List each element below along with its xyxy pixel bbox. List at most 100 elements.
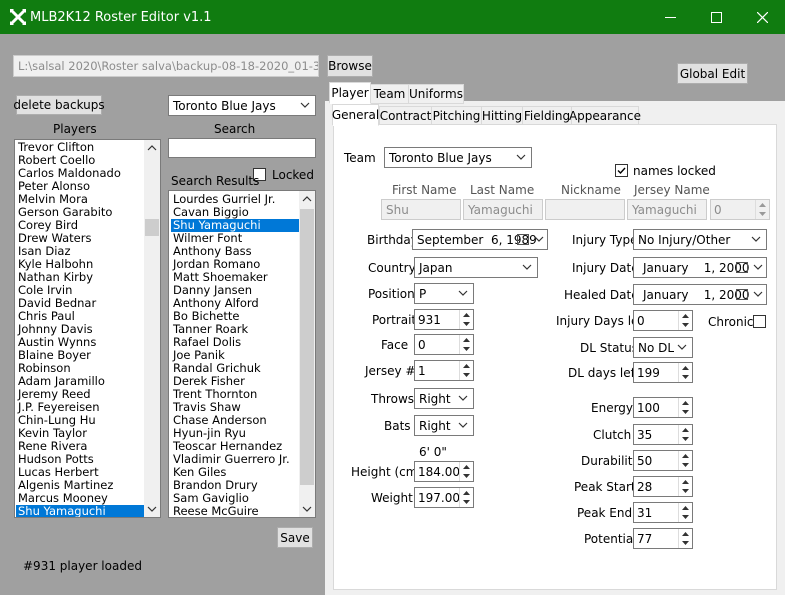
spin-up-icon[interactable]: [679, 477, 692, 487]
bats-select[interactable]: Right: [414, 415, 474, 436]
tab-uniforms[interactable]: Uniforms: [408, 84, 464, 104]
team-filter-select[interactable]: Toronto Blue Jays: [168, 95, 316, 116]
spin-up-icon[interactable]: [679, 451, 692, 461]
search-results-scrollbar[interactable]: [299, 191, 315, 517]
peak-start-field[interactable]: 28: [633, 476, 693, 497]
spin-down-icon[interactable]: [756, 210, 769, 220]
backup-path-field[interactable]: L:\salsal 2020\Roster salva\backup-08-18…: [13, 55, 319, 77]
spin-down-icon[interactable]: [460, 472, 473, 482]
maximize-button[interactable]: [693, 0, 739, 34]
player-list-item[interactable]: Shu Yamaguchi: [16, 505, 144, 517]
country-value: Japan: [419, 261, 453, 275]
search-scroll-thumb[interactable]: [300, 209, 314, 485]
throws-select[interactable]: Right: [414, 388, 474, 409]
height-field[interactable]: 184.00: [414, 461, 474, 482]
spin-up-icon[interactable]: [460, 488, 473, 498]
tab-hitting[interactable]: Hitting: [481, 106, 523, 126]
face-value: 0: [418, 338, 426, 352]
jersey-number-field[interactable]: 1: [414, 360, 474, 381]
injury-type-select[interactable]: No Injury/Other: [633, 229, 767, 250]
spin-down-icon[interactable]: [460, 498, 473, 508]
position-label: Position: [368, 287, 415, 301]
browse-button[interactable]: Browse: [327, 55, 373, 77]
birthday-picker[interactable]: September 6, 1989: [412, 229, 548, 250]
face-field[interactable]: 0: [414, 334, 474, 355]
peak-end-field[interactable]: 31: [633, 502, 693, 523]
search-result-item[interactable]: Reese McGuire: [171, 505, 299, 518]
spin-down-icon[interactable]: [460, 371, 473, 381]
spin-down-icon[interactable]: [679, 513, 692, 523]
clutch-field[interactable]: 35: [633, 424, 693, 445]
first-name-field[interactable]: Shu: [381, 199, 461, 220]
tab-fielding[interactable]: Fielding: [522, 106, 572, 126]
spin-up-icon[interactable]: [460, 462, 473, 472]
player-team-select[interactable]: Toronto Blue Jays: [384, 147, 532, 168]
spin-down-icon[interactable]: [679, 435, 692, 445]
durability-field[interactable]: 50: [633, 450, 693, 471]
injury-type-value: No Injury/Other: [638, 233, 731, 247]
weight-field[interactable]: 197.00: [414, 487, 474, 508]
peak-end-label: Peak End: [577, 506, 633, 520]
spin-down-icon[interactable]: [679, 461, 692, 471]
height-value: 184.00: [418, 465, 460, 479]
spin-up-icon[interactable]: [460, 335, 473, 345]
spin-up-icon[interactable]: [756, 200, 769, 210]
tab-general[interactable]: General: [332, 104, 379, 126]
players-scroll-thumb[interactable]: [145, 219, 159, 236]
save-button[interactable]: Save: [277, 527, 313, 548]
app-icon: [9, 8, 27, 26]
injury-date-picker[interactable]: January 1, 2000: [633, 257, 767, 278]
global-edit-button[interactable]: Global Edit: [677, 63, 748, 84]
chronic-checkbox[interactable]: [753, 315, 766, 328]
nickname-field[interactable]: [545, 199, 625, 220]
throws-label: Throws: [371, 392, 415, 406]
healed-date-picker[interactable]: January 1, 2000: [633, 284, 767, 305]
dl-days-left-field[interactable]: 199: [633, 362, 693, 383]
energy-field[interactable]: 100: [633, 397, 693, 418]
spin-up-icon[interactable]: [460, 310, 473, 320]
portrait-field[interactable]: 931: [414, 309, 474, 330]
spin-up-icon[interactable]: [679, 529, 692, 539]
search-results-list[interactable]: Lourdes Gurriel Jr. Cavan Biggio Shu Yamag…: [168, 190, 316, 518]
spin-down-icon[interactable]: [679, 373, 692, 383]
spin-up-icon[interactable]: [679, 363, 692, 373]
chevron-down-icon: [458, 422, 468, 428]
jersey-name-number-field[interactable]: 0: [710, 199, 770, 220]
spin-down-icon[interactable]: [679, 408, 692, 418]
throws-value: Right: [419, 392, 451, 406]
players-scrollbar[interactable]: [144, 140, 160, 517]
spin-down-icon[interactable]: [460, 345, 473, 355]
injury-days-left-field[interactable]: 0: [633, 310, 693, 331]
names-locked-label: names locked: [633, 164, 716, 178]
position-value: P: [419, 287, 427, 301]
close-button[interactable]: [739, 0, 785, 34]
spin-up-icon[interactable]: [460, 361, 473, 371]
spin-up-icon[interactable]: [679, 503, 692, 513]
spin-down-icon[interactable]: [679, 321, 692, 331]
tab-appearance[interactable]: Appearance: [569, 106, 641, 126]
spin-up-icon[interactable]: [679, 311, 692, 321]
country-select[interactable]: Japan: [414, 257, 538, 278]
spin-down-icon[interactable]: [679, 487, 692, 497]
tab-team[interactable]: Team: [370, 84, 409, 104]
jersey-number-label: Jersey #: [365, 364, 416, 378]
spin-down-icon[interactable]: [460, 320, 473, 330]
position-select[interactable]: P: [414, 283, 474, 304]
tab-contract[interactable]: Contract: [379, 106, 432, 126]
jersey-name-field[interactable]: Yamaguchi: [627, 199, 707, 220]
names-locked-checkbox[interactable]: [615, 164, 628, 177]
delete-backups-button[interactable]: delete backups: [13, 95, 105, 115]
spinner: [678, 529, 692, 548]
spin-up-icon[interactable]: [679, 425, 692, 435]
minimize-button[interactable]: [647, 0, 693, 34]
spin-down-icon[interactable]: [679, 539, 692, 549]
face-label: Face: [381, 338, 409, 352]
tab-pitching[interactable]: Pitching: [431, 106, 482, 126]
tab-player[interactable]: Player: [329, 82, 371, 104]
last-name-field[interactable]: Yamaguchi: [463, 199, 543, 220]
spin-up-icon[interactable]: [679, 398, 692, 408]
potential-field[interactable]: 77: [633, 528, 693, 549]
dl-status-select[interactable]: No DL: [633, 337, 693, 358]
players-list[interactable]: Trevor Clifton Robert Coello Carlos Maldon…: [14, 139, 161, 518]
search-input[interactable]: [168, 138, 316, 158]
